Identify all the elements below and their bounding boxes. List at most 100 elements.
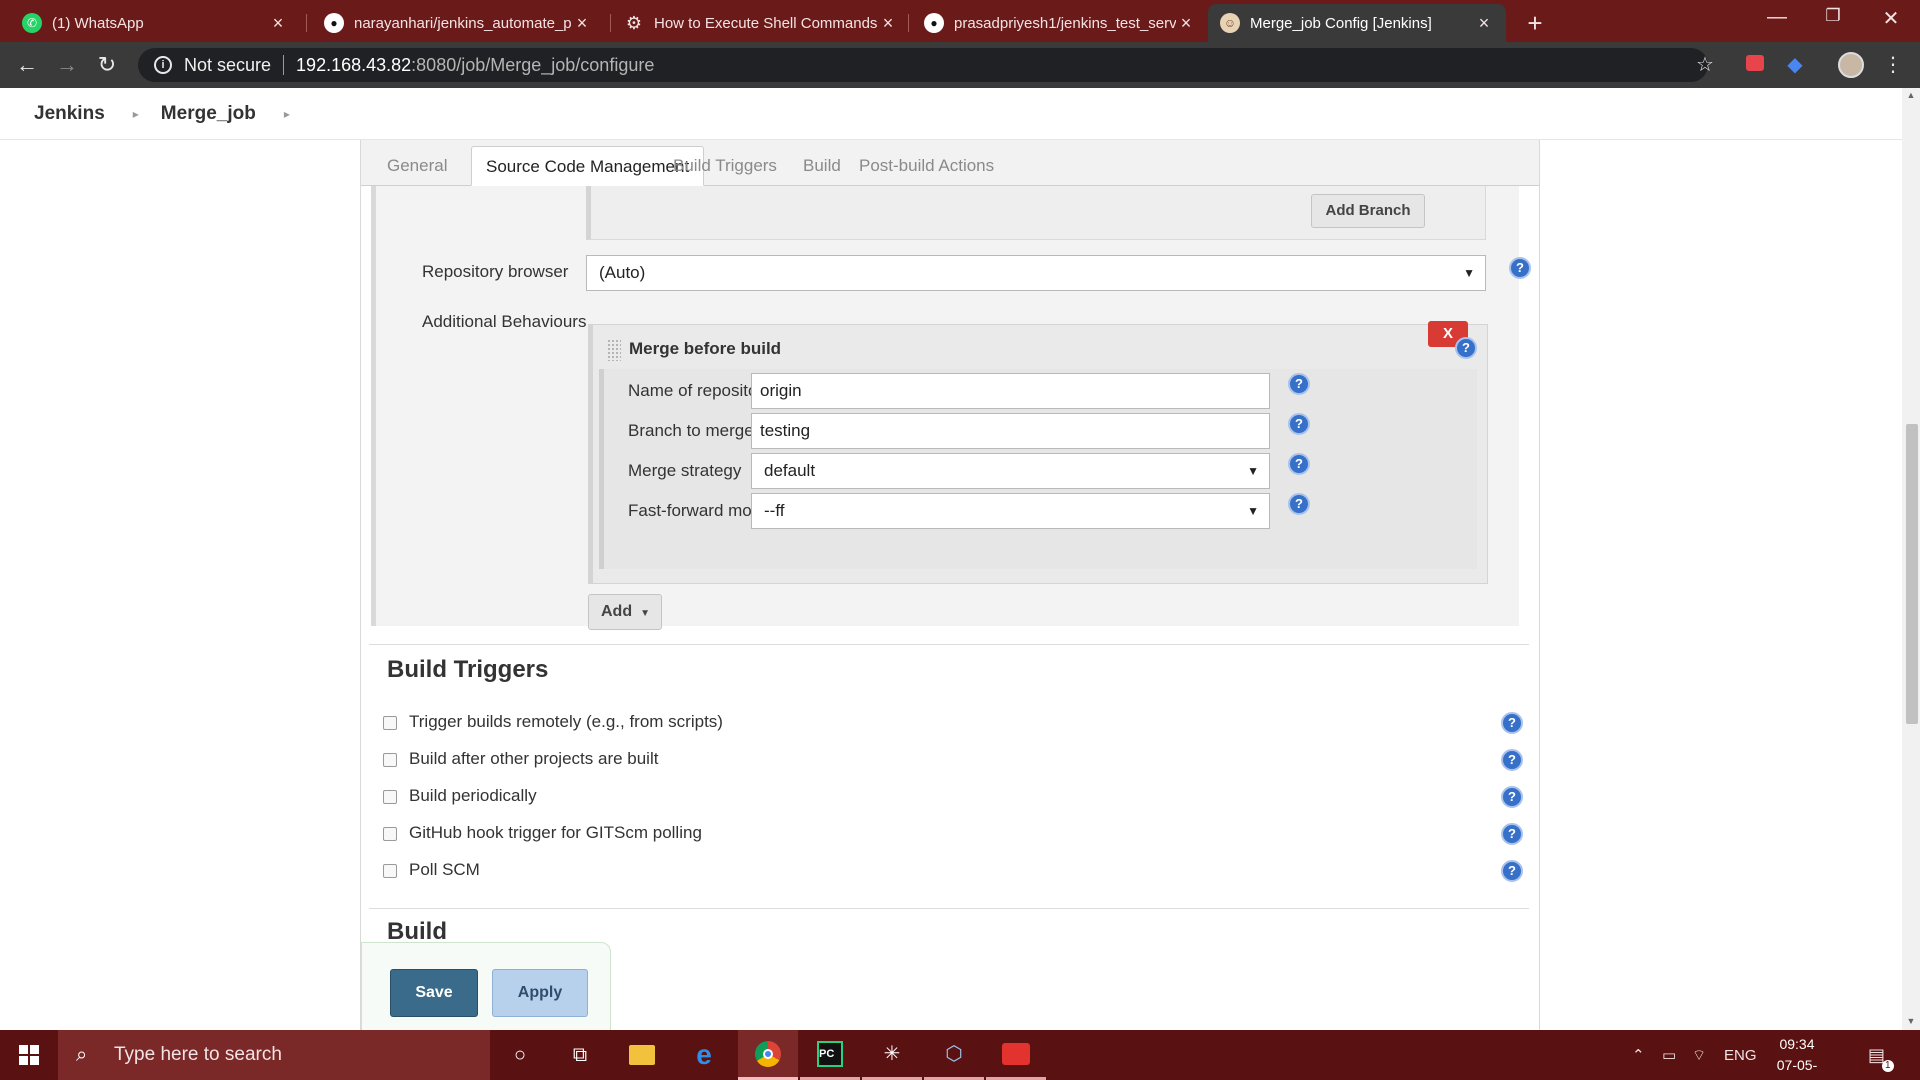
- tab-build-triggers[interactable]: Build Triggers: [659, 146, 791, 186]
- cortana-button[interactable]: ○: [490, 1030, 550, 1080]
- help-icon[interactable]: ?: [1501, 786, 1523, 808]
- show-hidden-icons[interactable]: ⌃: [1632, 1030, 1645, 1080]
- scroll-up-arrow-icon[interactable]: ▲: [1906, 90, 1916, 100]
- pycharm-app[interactable]: PC: [800, 1030, 860, 1080]
- windows-logo-icon: [19, 1045, 39, 1065]
- help-icon[interactable]: ?: [1501, 712, 1523, 734]
- reload-icon[interactable]: ↻: [92, 50, 122, 80]
- file-explorer-app[interactable]: [612, 1030, 672, 1080]
- github-hook-checkbox[interactable]: [383, 827, 397, 841]
- scm-section: Add Branch Repository browser (Auto) ▼ ?…: [371, 186, 1531, 630]
- github-hook-label[interactable]: GitHub hook trigger for GITScm polling: [409, 823, 702, 843]
- browser-tab-github-prasadpriyesh1[interactable]: ● prasadpriyesh1/jenkins_test_serv ×: [912, 4, 1208, 42]
- browser-menu-icon[interactable]: ⋮: [1880, 52, 1906, 78]
- breadcrumb-jenkins[interactable]: Jenkins: [34, 103, 105, 125]
- close-tab-icon[interactable]: ×: [1176, 13, 1196, 34]
- taskbar-search-box[interactable]: ⌕ Type here to search: [58, 1030, 490, 1080]
- apply-button[interactable]: Apply: [492, 969, 588, 1017]
- windows-taskbar: ⌕ Type here to search ○ ⧉ e PC ✳ ⬡ ⌃ ▭ ⌔…: [0, 1030, 1920, 1080]
- merge-before-build-behaviour: Merge before build X ? Name of repositor…: [588, 321, 1488, 584]
- address-bar[interactable]: i Not secure 192.168.43.82:8080/job/Merg…: [138, 48, 1708, 82]
- tab-general[interactable]: General: [373, 146, 461, 186]
- extension-icon[interactable]: ◆: [1782, 52, 1808, 78]
- close-tab-icon[interactable]: ×: [1474, 13, 1494, 34]
- trigger-remote-checkbox[interactable]: [383, 716, 397, 730]
- browser-tab-github-narayanhari[interactable]: ● narayanhari/jenkins_automate_pr ×: [312, 4, 604, 42]
- build-after-other-checkbox[interactable]: [383, 753, 397, 767]
- close-window-button[interactable]: ✕: [1866, 6, 1916, 31]
- close-tab-icon[interactable]: ×: [878, 13, 898, 34]
- profile-avatar[interactable]: [1838, 52, 1864, 78]
- add-behaviour-button[interactable]: Add ▼: [588, 594, 662, 630]
- browser-tab-merge-job-config[interactable]: ☺ Merge_job Config [Jenkins] ×: [1208, 4, 1506, 42]
- help-icon[interactable]: ?: [1501, 860, 1523, 882]
- start-button[interactable]: [0, 1030, 58, 1080]
- drag-handle-icon[interactable]: [607, 339, 621, 361]
- battery-tray[interactable]: ▭: [1662, 1030, 1676, 1080]
- repository-browser-select[interactable]: (Auto) ▼: [586, 255, 1486, 291]
- security-label[interactable]: Not secure: [184, 55, 271, 76]
- bookmark-star-icon[interactable]: ☆: [1692, 52, 1718, 78]
- task-view-button[interactable]: ⧉: [550, 1030, 610, 1080]
- branch-to-merge-input[interactable]: testing: [751, 413, 1270, 449]
- page-scrollbar[interactable]: ▲ ▼: [1902, 88, 1920, 1030]
- breadcrumb-merge-job[interactable]: Merge_job: [161, 103, 256, 125]
- scrollbar-thumb[interactable]: [1906, 424, 1918, 724]
- pocket-extension-icon[interactable]: [1742, 52, 1768, 78]
- repository-browser-value: (Auto): [599, 263, 646, 282]
- info-icon[interactable]: i: [154, 56, 172, 74]
- poll-scm-checkbox[interactable]: [383, 864, 397, 878]
- fast-forward-mode-select[interactable]: --ff ▼: [751, 493, 1270, 529]
- clock[interactable]: 09:34 07-05-2020: [1762, 1034, 1832, 1080]
- close-tab-icon[interactable]: ×: [268, 13, 288, 34]
- github-icon: ●: [924, 13, 944, 33]
- restore-window-button[interactable]: ❐: [1808, 6, 1858, 26]
- new-tab-button[interactable]: +: [1520, 8, 1550, 39]
- build-periodically-checkbox[interactable]: [383, 790, 397, 804]
- poll-scm-label[interactable]: Poll SCM: [409, 860, 480, 880]
- help-icon[interactable]: ?: [1455, 337, 1477, 359]
- help-icon[interactable]: ?: [1288, 373, 1310, 395]
- help-icon[interactable]: ?: [1501, 749, 1523, 771]
- help-icon[interactable]: ?: [1288, 493, 1310, 515]
- whatsapp-icon: ✆: [22, 13, 42, 33]
- forward-arrow-icon[interactable]: →: [52, 50, 82, 80]
- merge-strategy-select[interactable]: default ▼: [751, 453, 1270, 489]
- add-branch-button[interactable]: Add Branch: [1311, 194, 1425, 228]
- trigger-remote-label[interactable]: Trigger builds remotely (e.g., from scri…: [409, 712, 723, 732]
- back-arrow-icon[interactable]: ←: [12, 50, 42, 80]
- close-tab-icon[interactable]: ×: [572, 13, 592, 34]
- cortana-circle-icon: ○: [513, 1043, 527, 1066]
- help-icon[interactable]: ?: [1288, 413, 1310, 435]
- help-icon[interactable]: ?: [1509, 257, 1531, 279]
- network-app[interactable]: ✳: [862, 1030, 922, 1080]
- browser-tab-whatsapp[interactable]: ✆ (1) WhatsApp ×: [10, 4, 300, 42]
- repository-name-input[interactable]: origin: [751, 373, 1270, 409]
- build-after-other-label[interactable]: Build after other projects are built: [409, 749, 658, 769]
- tab-post-build-actions[interactable]: Post-build Actions: [845, 146, 1008, 186]
- action-center-button[interactable]: ▤ 1: [1868, 1030, 1894, 1080]
- breadcrumb: Jenkins ▸ Merge_job ▸: [0, 88, 1902, 140]
- wifi-tray[interactable]: ⌔: [1692, 1030, 1706, 1080]
- help-icon[interactable]: ?: [1501, 823, 1523, 845]
- breadcrumb-chevron-icon[interactable]: ▸: [133, 107, 139, 121]
- save-button[interactable]: Save: [390, 969, 478, 1017]
- additional-behaviours-label: Additional Behaviours: [422, 312, 587, 331]
- behaviour-fields: Name of repository origin ? Branch to me…: [599, 369, 1477, 569]
- minimize-window-button[interactable]: —: [1752, 6, 1802, 29]
- browser-toolbar: ← → ↻ i Not secure 192.168.43.82:8080/jo…: [0, 42, 1920, 88]
- red-app[interactable]: [986, 1030, 1046, 1080]
- task-view-icon: ⧉: [572, 1043, 588, 1066]
- build-periodically-label[interactable]: Build periodically: [409, 786, 537, 806]
- virtualbox-app[interactable]: ⬡: [924, 1030, 984, 1080]
- repository-browser-label: Repository browser: [422, 262, 569, 281]
- search-icon: ⌕: [76, 1043, 88, 1066]
- language-indicator[interactable]: ENG: [1724, 1030, 1757, 1080]
- help-icon[interactable]: ?: [1288, 453, 1310, 475]
- browser-tab-shell-commands[interactable]: ⚙ How to Execute Shell Commands ×: [612, 4, 910, 42]
- edge-app[interactable]: e: [674, 1030, 734, 1080]
- breadcrumb-chevron-icon[interactable]: ▸: [284, 107, 290, 121]
- chrome-app[interactable]: [738, 1030, 798, 1080]
- scroll-down-arrow-icon[interactable]: ▼: [1906, 1016, 1916, 1026]
- jenkins-icon: ☺: [1220, 13, 1240, 33]
